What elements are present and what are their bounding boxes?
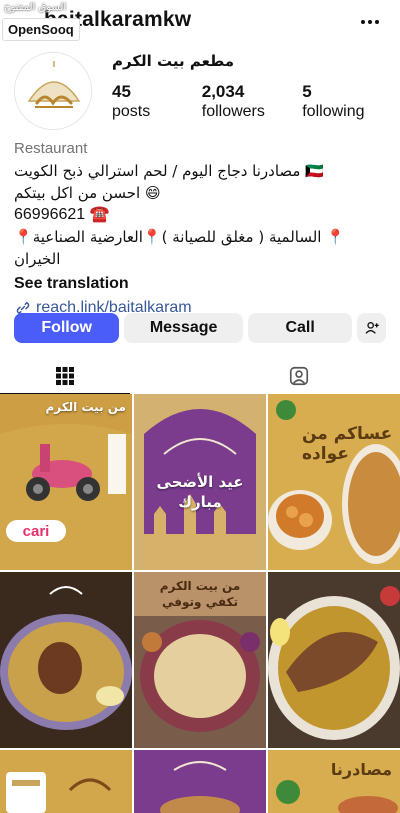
see-translation-link[interactable]: See translation: [14, 272, 390, 296]
stat-label: followers: [201, 103, 265, 120]
display-name: مطعم بيت الكرم: [112, 52, 235, 70]
avatar[interactable]: [14, 52, 92, 130]
post-image: [268, 394, 400, 570]
post-image: [268, 572, 400, 748]
watermark-arabic-text: السوق المفتوح: [4, 2, 67, 13]
post-caption: من بيت الكرم تكفي وتوفي: [159, 579, 241, 609]
post-tile[interactable]: [268, 572, 400, 748]
follow-button[interactable]: Follow: [14, 313, 120, 343]
add-user-button[interactable]: [357, 313, 387, 343]
bio-line: الخيران: [14, 250, 61, 268]
message-button[interactable]: Message: [124, 313, 243, 343]
post-image: [0, 572, 132, 748]
posts-grid: cari من بيت الكرم عيد الأضحى مبارك عساكم…: [0, 394, 400, 813]
post-image: [134, 750, 266, 813]
post-tile[interactable]: cari من بيت الكرم: [0, 394, 132, 570]
post-tile[interactable]: [0, 572, 132, 748]
tab-posts-grid[interactable]: [0, 358, 130, 394]
stat-value: 45: [112, 82, 131, 101]
watermark-brand: OpenSooq: [2, 18, 80, 41]
stat-value: 2,034: [201, 82, 245, 101]
grid-icon: [56, 366, 74, 385]
tagged-icon: [289, 366, 309, 386]
stat-posts[interactable]: 45 posts: [112, 82, 202, 122]
post-caption: عساكم من عواده: [302, 424, 393, 464]
stat-label: posts: [112, 103, 151, 120]
stat-label: following: [302, 103, 365, 120]
bio-phone[interactable]: 66996621 ☎️: [14, 204, 390, 226]
post-tile[interactable]: مصادرنا: [268, 750, 400, 813]
profile-stats: 45 posts 2,034 followers 5 following: [112, 82, 392, 122]
stat-value: 5: [302, 82, 312, 101]
bio-category: Restaurant: [14, 140, 88, 157]
post-caption: مصادرنا: [330, 760, 392, 779]
profile-header: مطعم بيت الكرم 45 posts 2,034 followers …: [0, 44, 400, 134]
restaurant-logo-icon: [15, 53, 91, 129]
post-caption: عيد الأضحى مبارك: [156, 473, 244, 511]
post-tile[interactable]: عساكم من عواده: [268, 394, 400, 570]
add-user-icon: [365, 322, 379, 334]
bio-line: احسن من اكل بيتكم 😄: [14, 184, 161, 202]
profile-bio: Restaurant مصادرنا دجاج اليوم / لحم استر…: [14, 138, 390, 320]
bio-line: 📍السالمية ( مغلق للصيانة )📍العارضية الصن…: [14, 228, 345, 246]
opensooq-watermark: السوق المفتوح OpenSooq: [2, 2, 86, 42]
call-button[interactable]: Call: [247, 313, 353, 343]
bio-line: مصادرنا دجاج اليوم / لحم استرالي ذبح الك…: [14, 162, 324, 180]
post-tile[interactable]: عيد الأضحى مبارك: [134, 394, 266, 570]
post-caption: من بيت الكرم: [45, 400, 126, 414]
stat-followers[interactable]: 2,034 followers: [202, 82, 302, 122]
post-tile[interactable]: من بيت الكرم تكفي وتوفي: [134, 572, 266, 748]
post-tile[interactable]: [134, 750, 266, 813]
profile-actions: Follow Message Call: [14, 313, 387, 343]
post-image: cari: [0, 394, 132, 570]
more-horizontal-icon[interactable]: [358, 10, 382, 34]
post-tile[interactable]: [0, 750, 132, 813]
post-image: [0, 750, 132, 813]
profile-tabs: [0, 358, 400, 394]
svg-text:cari: cari: [23, 523, 50, 540]
stat-following[interactable]: 5 following: [302, 82, 392, 122]
tab-tagged[interactable]: [234, 358, 364, 394]
